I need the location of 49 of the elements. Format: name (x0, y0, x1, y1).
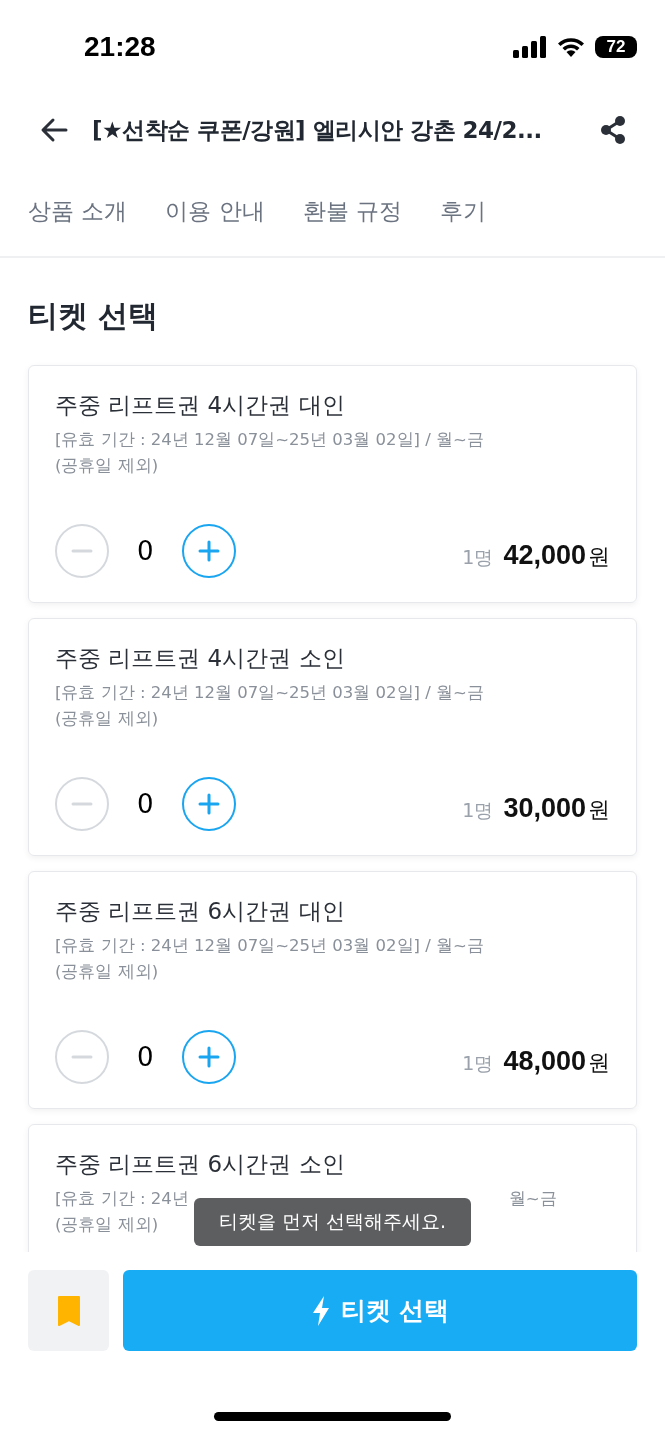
minus-icon (71, 1055, 93, 1059)
validity-text: [유효 기간 : 24년 12월 07일~25년 03월 02일] / 월~금 (55, 935, 484, 957)
note-text: (공휴일 제외) (55, 708, 159, 730)
share-icon[interactable] (599, 114, 627, 146)
unit-label: 1명 (462, 1051, 494, 1076)
quantity-count: 0 (137, 1042, 154, 1072)
wifi-icon (557, 36, 585, 58)
plus-icon (197, 1046, 220, 1068)
tab[interactable]: 상품 소개 (28, 195, 128, 227)
tab[interactable]: 후기 (439, 195, 486, 227)
clock-time: 21:28 (84, 31, 156, 63)
ticket-name: 주중 리프트권 6시간권 대인 (55, 897, 346, 926)
validity-text: 월~금 (508, 1188, 557, 1210)
signal-icon (513, 36, 547, 58)
validity-text: [유효 기간 : 24년 (55, 1188, 189, 1210)
plus-button[interactable] (181, 524, 236, 578)
tab[interactable]: 이용 안내 (165, 195, 265, 227)
unit-label: 1명 (462, 545, 494, 570)
validity-text: [유효 기간 : 24년 12월 07일~25년 03월 02일] / 월~금 (55, 682, 484, 704)
price-amount: 30,000 (503, 793, 586, 824)
minus-icon (71, 802, 93, 806)
plus-button[interactable] (181, 1030, 236, 1084)
page-title: [★선착순 쿠폰/강원] 엘리시안 강촌 24/2... (92, 115, 543, 145)
battery-icon: 72 (595, 36, 637, 58)
unit-label: 1명 (462, 798, 494, 823)
ticket-select-button[interactable]: 티켓 선택 (123, 1270, 637, 1351)
bookmark-button[interactable] (28, 1270, 109, 1351)
note-text: (공휴일 제외) (55, 1214, 159, 1236)
quantity-count: 0 (137, 536, 154, 566)
price-amount: 42,000 (503, 540, 586, 571)
currency-label: 원 (588, 1049, 610, 1077)
ticket-name: 주중 리프트권 6시간권 소인 (55, 1150, 346, 1179)
plus-button[interactable] (181, 777, 236, 831)
lightning-icon (310, 1294, 331, 1327)
price-amount: 48,000 (503, 1046, 586, 1077)
note-text: (공휴일 제외) (55, 961, 159, 983)
ticket-name: 주중 리프트권 4시간권 소인 (55, 644, 346, 673)
note-text: (공휴일 제외) (55, 455, 159, 477)
plus-icon (197, 540, 220, 562)
tab[interactable]: 환불 규정 (302, 195, 402, 227)
section-title: 티켓 선택 (28, 297, 160, 335)
quantity-count: 0 (137, 789, 154, 819)
toast-message: 티켓을 먼저 선택해주세요. (194, 1198, 471, 1246)
currency-label: 원 (588, 543, 610, 571)
plus-icon (197, 793, 220, 815)
ticket-name: 주중 리프트권 4시간권 대인 (55, 391, 346, 420)
validity-text: [유효 기간 : 24년 12월 07일~25년 03월 02일] / 월~금 (55, 429, 484, 451)
minus-icon (71, 549, 93, 553)
currency-label: 원 (588, 796, 610, 824)
